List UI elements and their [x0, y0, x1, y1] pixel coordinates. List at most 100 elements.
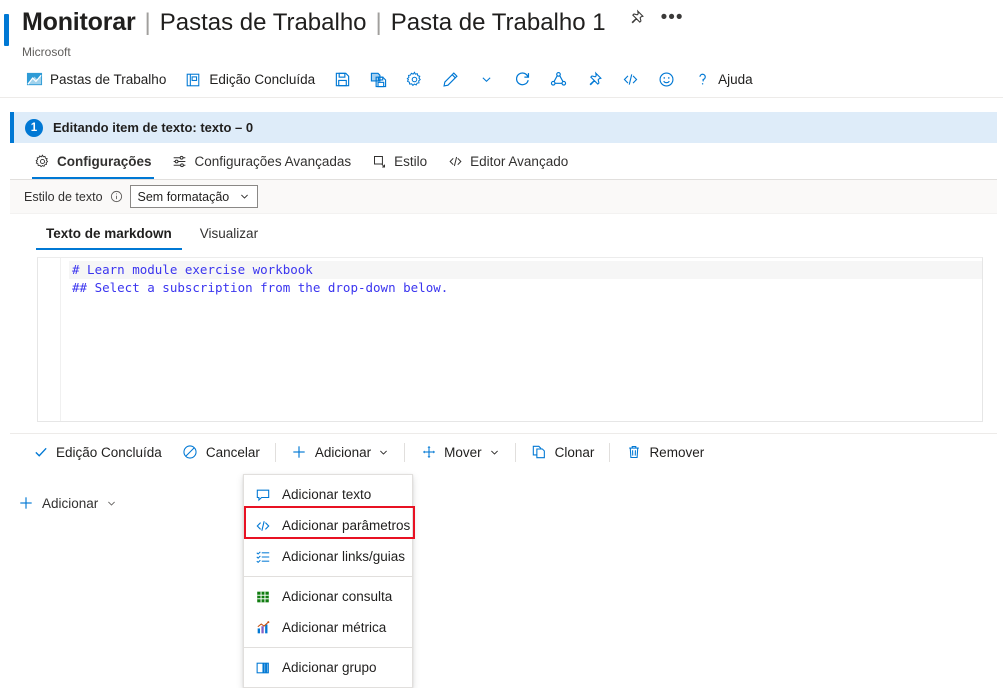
command-edit-done-label: Edição Concluída	[209, 72, 315, 87]
command-help-label: Ajuda	[718, 72, 753, 87]
style-icon	[371, 153, 387, 169]
group-icon	[254, 659, 271, 676]
edit-done-icon	[184, 71, 202, 89]
save-as-icon	[369, 71, 387, 89]
item-action-bar: Edição Concluída Cancelar Adicionar	[10, 433, 997, 470]
tab-configuracoes-avancadas[interactable]: Configurações Avançadas	[162, 143, 362, 179]
save-icon	[333, 71, 351, 89]
tab-editor-avancado[interactable]: Editor Avançado	[437, 143, 578, 179]
footer-adicionar-button[interactable]: Adicionar	[10, 491, 125, 515]
action-divider	[275, 443, 276, 462]
command-code[interactable]	[612, 65, 648, 95]
command-save[interactable]	[324, 65, 360, 95]
text-style-label: Estilo de texto	[24, 190, 103, 204]
gear-icon	[405, 71, 423, 89]
info-icon[interactable]	[110, 190, 123, 203]
action-divider	[609, 443, 610, 462]
command-edit-dropdown[interactable]	[468, 65, 504, 95]
tab-configuracoes[interactable]: Configurações	[24, 143, 162, 179]
cancelar-button[interactable]: Cancelar	[172, 436, 270, 468]
code-line: ## Select a subscription from the drop-d…	[69, 279, 982, 297]
chevron-down-icon	[489, 447, 500, 458]
edicao-concluida-label: Edição Concluída	[56, 445, 162, 460]
tab-editor-avancado-label: Editor Avançado	[470, 154, 568, 169]
editor-gutter	[38, 258, 61, 421]
command-feedback[interactable]	[648, 65, 684, 95]
gear-icon	[34, 153, 50, 169]
menu-item-adicionar-metrica-label: Adicionar métrica	[282, 620, 386, 635]
menu-item-adicionar-links-guias-label: Adicionar links/guias	[282, 549, 405, 564]
code-editor[interactable]: # Learn module exercise workbook ## Sele…	[37, 257, 983, 422]
command-edit[interactable]	[432, 65, 468, 95]
code-line: # Learn module exercise workbook	[69, 261, 982, 279]
smiley-icon	[657, 71, 675, 89]
code-icon	[621, 71, 639, 89]
adicionar-menu: Adicionar texto Adicionar parâmetros Adi…	[243, 474, 413, 688]
mover-label: Mover	[444, 445, 482, 460]
share-icon	[549, 71, 567, 89]
breadcrumb-item-workbook1: Pasta de Trabalho 1	[391, 7, 606, 39]
code-icon	[447, 153, 463, 169]
title-bar: Monitorar | Pastas de Trabalho | Pasta d…	[0, 0, 1003, 62]
command-refresh[interactable]	[504, 65, 540, 95]
adicionar-label: Adicionar	[315, 445, 371, 460]
menu-divider	[244, 576, 412, 577]
text-bubble-icon	[254, 486, 271, 503]
workbook-icon	[25, 71, 43, 89]
command-edit-done[interactable]: Edição Concluída	[175, 65, 324, 95]
command-save-as[interactable]	[360, 65, 396, 95]
ellipsis-icon[interactable]: •••	[661, 13, 684, 23]
text-style-select[interactable]: Sem formatação	[130, 185, 259, 208]
menu-item-adicionar-links-guias[interactable]: Adicionar links/guias	[244, 541, 412, 572]
tab-texto-de-markdown-label: Texto de markdown	[46, 226, 172, 241]
menu-item-adicionar-grupo[interactable]: Adicionar grupo	[244, 652, 412, 683]
menu-item-adicionar-consulta[interactable]: Adicionar consulta	[244, 581, 412, 612]
command-settings[interactable]	[396, 65, 432, 95]
chevron-down-icon	[477, 71, 495, 89]
action-divider	[404, 443, 405, 462]
action-divider	[515, 443, 516, 462]
menu-item-adicionar-parametros[interactable]: Adicionar parâmetros	[244, 510, 412, 541]
command-workbooks[interactable]: Pastas de Trabalho	[16, 65, 175, 95]
markdown-editor-panel: Texto de markdown Visualizar # Learn mod…	[10, 214, 997, 422]
footer-adicionar-label: Adicionar	[42, 496, 98, 511]
move-icon	[420, 444, 437, 461]
tab-visualizar[interactable]: Visualizar	[188, 216, 270, 250]
page-title: Monitorar	[22, 6, 135, 38]
title-accent-bar	[4, 14, 9, 46]
clonar-button[interactable]: Clonar	[521, 436, 605, 468]
sliders-icon	[172, 153, 188, 169]
plus-icon	[18, 495, 34, 511]
mover-button[interactable]: Mover	[410, 436, 510, 468]
page-subtitle: Microsoft	[22, 45, 1003, 59]
tab-configuracoes-label: Configurações	[57, 154, 152, 169]
command-pin[interactable]	[576, 65, 612, 95]
breadcrumb-item-workbooks: Pastas de Trabalho	[160, 7, 367, 39]
adicionar-button[interactable]: Adicionar	[281, 436, 399, 468]
edicao-concluida-button[interactable]: Edição Concluída	[22, 436, 172, 468]
cancel-icon	[182, 444, 199, 461]
refresh-icon	[513, 71, 531, 89]
grid-icon	[254, 588, 271, 605]
pin-icon[interactable]	[628, 9, 645, 26]
menu-item-adicionar-metrica[interactable]: Adicionar métrica	[244, 612, 412, 643]
menu-item-adicionar-texto[interactable]: Adicionar texto	[244, 479, 412, 510]
tab-visualizar-label: Visualizar	[200, 226, 258, 241]
command-share[interactable]	[540, 65, 576, 95]
remover-button[interactable]: Remover	[615, 436, 714, 468]
clonar-label: Clonar	[555, 445, 595, 460]
tab-estilo[interactable]: Estilo	[361, 143, 437, 179]
tab-texto-de-markdown[interactable]: Texto de markdown	[34, 216, 184, 250]
pencil-icon	[441, 71, 459, 89]
menu-item-adicionar-consulta-label: Adicionar consulta	[282, 589, 392, 604]
settings-tabs: Configurações Configurações Avançadas Es…	[10, 143, 997, 180]
text-style-select-value: Sem formatação	[138, 190, 230, 204]
menu-item-adicionar-texto-label: Adicionar texto	[282, 487, 371, 502]
code-text-area[interactable]: # Learn module exercise workbook ## Sele…	[61, 258, 982, 421]
cancelar-label: Cancelar	[206, 445, 260, 460]
remover-label: Remover	[649, 445, 704, 460]
chevron-down-icon	[378, 447, 389, 458]
command-help[interactable]: Ajuda	[684, 65, 762, 95]
plus-icon	[291, 444, 308, 461]
menu-item-adicionar-grupo-label: Adicionar grupo	[282, 660, 377, 675]
